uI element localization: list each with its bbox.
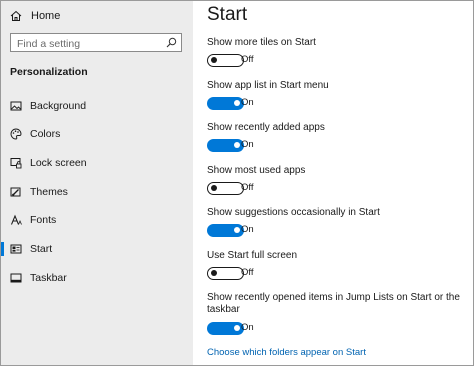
font-icon (10, 214, 22, 226)
sidebar-item-label: Lock screen (30, 157, 87, 169)
picture-icon (10, 100, 22, 112)
toggle-knob (234, 142, 240, 148)
sidebar-item-label: Taskbar (30, 272, 67, 284)
sidebar-item-lock-screen[interactable]: Lock screen (1, 152, 193, 174)
sidebar-item-label: Fonts (30, 214, 57, 226)
sidebar-item-colors[interactable]: Colors (1, 123, 193, 145)
home-nav[interactable]: Home (10, 8, 60, 24)
palette-icon (10, 128, 22, 140)
choose-folders-link[interactable]: Choose which folders appear on Start (207, 347, 366, 358)
toggle-state-text: Off (241, 54, 254, 65)
start-icon (10, 243, 22, 255)
toggle-jump-lists[interactable] (207, 322, 244, 335)
sidebar: Home Personalization Background Colors (1, 1, 193, 365)
toggle-state-text: On (241, 139, 254, 150)
toggle-suggestions[interactable] (207, 224, 244, 237)
setting-label-more-tiles: Show more tiles on Start (207, 37, 316, 48)
toggle-state-text: Off (241, 267, 254, 278)
sidebar-item-background[interactable]: Background (1, 95, 193, 117)
toggle-knob (234, 325, 240, 331)
page-title: Start (207, 4, 248, 25)
section-title: Personalization (10, 66, 88, 78)
sidebar-item-taskbar[interactable]: Taskbar (1, 267, 193, 289)
selection-indicator (1, 242, 4, 256)
brush-icon (10, 186, 22, 198)
sidebar-item-label: Colors (30, 128, 61, 140)
toggle-state-text: On (241, 224, 254, 235)
toggle-state-text: On (241, 97, 254, 108)
sidebar-item-start[interactable]: Start (1, 238, 193, 260)
toggle-knob (211, 57, 217, 63)
search-box[interactable] (10, 33, 182, 53)
toggle-recently-added[interactable] (207, 139, 244, 152)
home-label: Home (31, 10, 61, 22)
sidebar-item-label: Background (30, 100, 87, 112)
toggle-state-text: Off (241, 182, 254, 193)
toggle-knob (211, 270, 217, 276)
home-icon (10, 10, 22, 22)
toggle-knob (211, 185, 217, 191)
sidebar-item-themes[interactable]: Themes (1, 181, 193, 203)
sidebar-item-label: Start (30, 243, 53, 255)
toggle-app-list[interactable] (207, 97, 244, 110)
sidebar-item-label: Themes (30, 186, 68, 198)
setting-label-jump-lists: Show recently opened items in Jump Lists… (207, 292, 460, 315)
toggle-full-screen[interactable] (207, 267, 244, 280)
search-input[interactable] (11, 35, 167, 53)
main-panel: Start Show more tiles on Start Off Show … (193, 1, 473, 365)
setting-label-suggestions: Show suggestions occasionally in Start (207, 207, 380, 218)
settings-window: Home Personalization Background Colors (0, 0, 474, 366)
toggle-state-text: On (241, 322, 254, 333)
toggle-more-tiles[interactable] (207, 54, 244, 67)
setting-label-app-list: Show app list in Start menu (207, 80, 329, 91)
toggle-knob (234, 100, 240, 106)
toggle-most-used[interactable] (207, 182, 244, 195)
setting-label-most-used: Show most used apps (207, 165, 306, 176)
setting-label-recently-added: Show recently added apps (207, 122, 325, 133)
sidebar-item-fonts[interactable]: Fonts (1, 209, 193, 231)
lock-screen-icon (10, 157, 22, 169)
search-icon[interactable] (166, 37, 177, 48)
toggle-knob (234, 227, 240, 233)
setting-label-full-screen: Use Start full screen (207, 250, 298, 261)
taskbar-icon (10, 272, 22, 284)
